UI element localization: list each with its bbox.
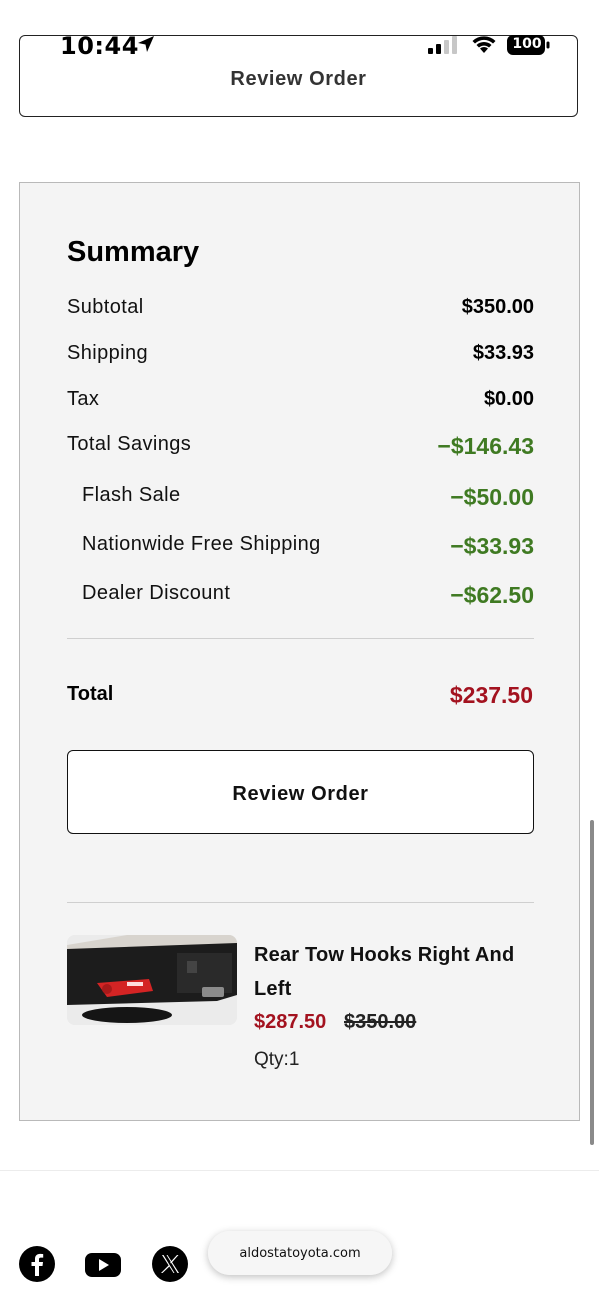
shipping-label: Shipping <box>67 342 149 364</box>
product-divider <box>67 902 534 903</box>
total-label: Total <box>67 683 114 705</box>
youtube-icon[interactable] <box>84 1245 122 1283</box>
battery-level: 100 <box>512 36 542 52</box>
subtotal-row: Subtotal $350.00 <box>67 296 534 326</box>
flash-sale-label: Flash Sale <box>82 484 181 506</box>
cellular-signal-icon <box>428 36 457 54</box>
tow-hook-image <box>67 935 237 1025</box>
tax-label: Tax <box>67 388 100 410</box>
status-time: 10:44 <box>60 32 139 60</box>
location-arrow-icon <box>138 36 154 52</box>
total-savings-label: Total Savings <box>67 433 192 455</box>
free-shipping-label: Nationwide Free Shipping <box>82 533 321 555</box>
scrollbar-thumb[interactable] <box>590 820 594 1145</box>
free-shipping-value: −$33.93 <box>450 533 534 559</box>
flash-sale-value: −$50.00 <box>450 484 534 510</box>
review-order-label: Review Order <box>232 783 369 805</box>
shipping-row: Shipping $33.93 <box>67 342 534 372</box>
total-value: $237.50 <box>449 682 533 708</box>
product-original-price: $350.00 <box>344 1011 417 1033</box>
browser-url-text: aldostatoyota.com <box>239 1246 361 1261</box>
summary-card: Summary Subtotal $350.00 Shipping $33.93… <box>19 182 580 1121</box>
top-review-order-label: Review Order <box>230 68 367 90</box>
wifi-icon <box>472 36 496 53</box>
free-shipping-row: Nationwide Free Shipping −$33.93 <box>67 533 534 563</box>
dealer-discount-label: Dealer Discount <box>82 582 231 604</box>
facebook-icon[interactable] <box>18 1245 56 1283</box>
flash-sale-row: Flash Sale −$50.00 <box>67 484 534 514</box>
subtotal-value: $350.00 <box>461 296 534 318</box>
summary-title: Summary <box>67 236 200 268</box>
subtotal-label: Subtotal <box>67 296 144 318</box>
status-bar: 10:44 100 <box>0 30 599 60</box>
x-icon[interactable] <box>151 1245 189 1283</box>
shipping-value: $33.93 <box>472 342 534 364</box>
product-name[interactable]: Rear Tow Hooks Right And Left <box>254 938 544 1006</box>
browser-url-bar[interactable]: aldostatoyota.com <box>208 1231 392 1275</box>
tax-value: $0.00 <box>483 388 534 410</box>
review-order-button[interactable]: Review Order <box>67 750 534 834</box>
tax-row: Tax $0.00 <box>67 388 534 418</box>
product-sale-price: $287.50 <box>254 1011 327 1033</box>
dealer-discount-value: −$62.50 <box>450 582 534 608</box>
summary-divider <box>67 638 534 639</box>
total-savings-row: Total Savings −$146.43 <box>67 433 534 463</box>
footer-divider <box>0 1170 599 1171</box>
page: 10:44 100 Review Order Summary Subtotal <box>0 0 599 1300</box>
total-savings-value: −$146.43 <box>437 433 534 459</box>
product-image[interactable] <box>67 935 237 1025</box>
product-quantity: Qty:1 <box>254 1049 300 1070</box>
dealer-discount-row: Dealer Discount −$62.50 <box>67 582 534 612</box>
